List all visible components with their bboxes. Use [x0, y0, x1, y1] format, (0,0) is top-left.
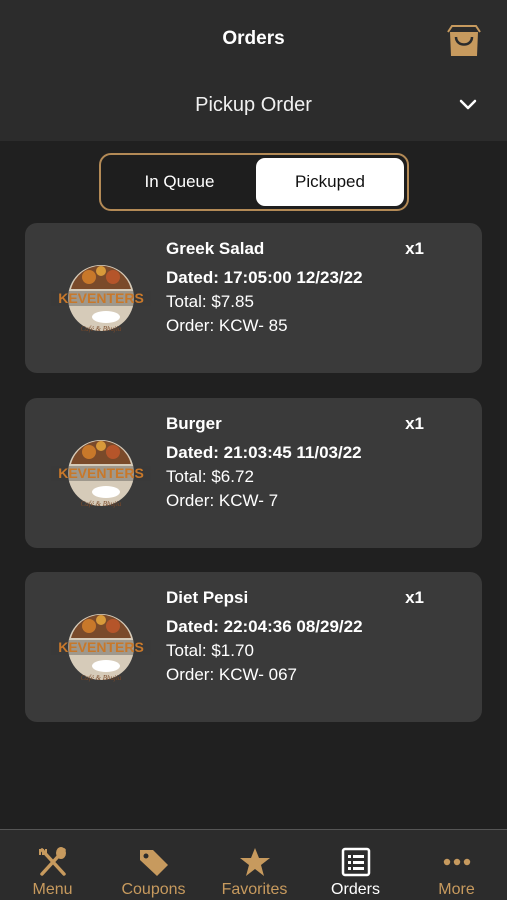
shopping-bag-icon: [447, 25, 481, 56]
header: Orders Pickup Order: [0, 0, 507, 141]
order-total: Total: $7.85: [166, 292, 254, 311]
tab-coupons-label: Coupons: [121, 881, 186, 898]
page-title: Orders: [222, 28, 285, 49]
tab-more[interactable]: More: [406, 830, 507, 900]
list-icon: [341, 847, 371, 877]
tab-favorites-label: Favorites: [221, 881, 288, 898]
svg-text:Café & Bhujia: Café & Bhujia: [81, 325, 122, 333]
bottom-tab-bar: Menu Coupons Favorites Orders More: [0, 829, 507, 900]
order-number: Order: KCW- 067: [166, 665, 298, 684]
svg-text:Café & Bhujia: Café & Bhujia: [81, 674, 122, 682]
tag-icon: [140, 850, 168, 876]
order-card[interactable]: KEVENTERS Café & Bhujia Greek Salad x1 D…: [25, 223, 482, 373]
keventers-logo: KEVENTERS Café & Bhujia: [51, 440, 151, 508]
order-card[interactable]: KEVENTERS Café & Bhujia Diet Pepsi x1 Da…: [25, 572, 482, 722]
item-quantity: x1: [405, 414, 424, 433]
tab-more-label: More: [438, 881, 475, 898]
item-name: Diet Pepsi: [166, 588, 249, 607]
tab-orders-label: Orders: [331, 881, 380, 898]
item-quantity: x1: [405, 588, 424, 607]
svg-text:KEVENTERS: KEVENTERS: [58, 290, 144, 306]
tab-pickuped[interactable]: Pickuped: [256, 158, 404, 206]
cart-button[interactable]: [444, 22, 484, 60]
order-date: Dated: 17:05:00 12/23/22: [166, 268, 363, 287]
keventers-logo: KEVENTERS Café & Bhujia: [51, 614, 151, 682]
svg-text:KEVENTERS: KEVENTERS: [58, 639, 144, 655]
order-card[interactable]: KEVENTERS Café & Bhujia Burger x1 Dated:…: [25, 398, 482, 548]
fork-spoon-icon: [39, 847, 66, 876]
tab-orders[interactable]: Orders: [305, 830, 406, 900]
order-type-label: Pickup Order: [195, 94, 312, 116]
chevron-down-icon: [459, 99, 477, 110]
order-number: Order: KCW- 85: [166, 316, 288, 335]
tab-menu[interactable]: Menu: [2, 830, 103, 900]
item-name: Greek Salad: [166, 239, 265, 258]
order-type-selector[interactable]: Pickup Order: [0, 84, 507, 130]
keventers-logo: KEVENTERS Café & Bhujia: [51, 265, 151, 333]
order-status-segment: In Queue Pickuped: [99, 153, 409, 211]
order-total: Total: $1.70: [166, 641, 254, 660]
order-date: Dated: 21:03:45 11/03/22: [166, 443, 362, 462]
star-icon: [240, 848, 270, 876]
tab-coupons[interactable]: Coupons: [103, 830, 204, 900]
item-quantity: x1: [405, 239, 424, 258]
order-total: Total: $6.72: [166, 467, 254, 486]
order-number: Order: KCW- 7: [166, 491, 279, 510]
more-dots-icon: [443, 858, 471, 866]
order-date: Dated: 22:04:36 08/29/22: [166, 617, 363, 636]
svg-text:KEVENTERS: KEVENTERS: [58, 465, 144, 481]
tab-menu-label: Menu: [32, 881, 73, 898]
svg-text:Café & Bhujia: Café & Bhujia: [81, 500, 122, 508]
item-name: Burger: [166, 414, 222, 433]
tab-favorites[interactable]: Favorites: [204, 830, 305, 900]
tab-in-queue[interactable]: In Queue: [104, 158, 255, 206]
